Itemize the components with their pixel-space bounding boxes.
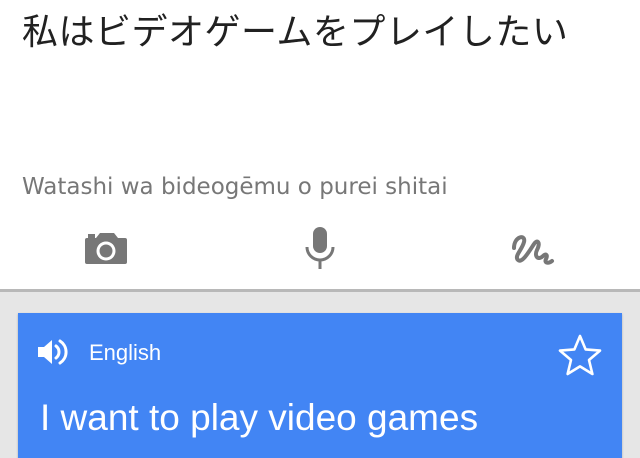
microphone-icon <box>305 227 335 269</box>
target-language-label: English <box>89 340 162 365</box>
star-outline-icon <box>558 334 602 376</box>
result-area: English I want to play video games <box>0 292 640 458</box>
handwriting-icon <box>512 235 554 265</box>
input-panel: 私はビデオゲームをプレイしたい Watashi wa bideogēmu o p… <box>0 0 640 290</box>
camera-icon <box>85 233 127 264</box>
camera-button[interactable] <box>80 222 132 274</box>
translation-text[interactable]: I want to play video games <box>40 393 478 443</box>
romanization-text: Watashi wa bideogēmu o purei shitai <box>22 174 448 200</box>
source-text[interactable]: 私はビデオゲームをプレイしたい <box>22 8 622 58</box>
translation-card[interactable]: English I want to play video games <box>18 313 622 458</box>
speak-button[interactable] <box>36 337 70 367</box>
handwriting-button[interactable] <box>506 222 558 274</box>
translate-screen: 私はビデオゲームをプレイしたい Watashi wa bideogēmu o p… <box>0 0 640 458</box>
speaker-icon <box>38 339 68 365</box>
microphone-button[interactable] <box>294 222 346 274</box>
favorite-button[interactable] <box>556 331 604 379</box>
